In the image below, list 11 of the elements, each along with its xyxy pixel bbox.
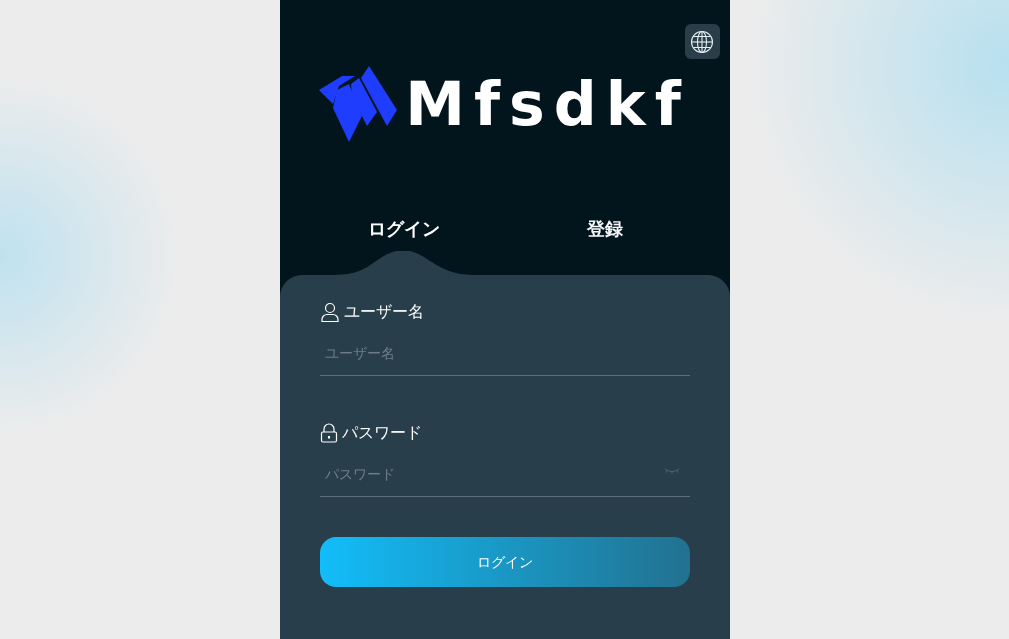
password-field[interactable]: パスワード bbox=[319, 452, 690, 497]
field-label: ユーザー名 bbox=[343, 302, 424, 322]
language-button[interactable] bbox=[684, 24, 720, 59]
user-icon bbox=[319, 302, 340, 322]
tab[interactable]: ログイン bbox=[368, 216, 440, 242]
globe-icon bbox=[690, 29, 714, 54]
tab[interactable]: 登録 bbox=[587, 216, 623, 242]
lock-icon bbox=[319, 423, 338, 443]
username-field[interactable]: ユーザー名 bbox=[319, 331, 690, 376]
field-label: パスワード bbox=[341, 423, 422, 443]
logo-text: Mfsdkf bbox=[405, 74, 690, 134]
